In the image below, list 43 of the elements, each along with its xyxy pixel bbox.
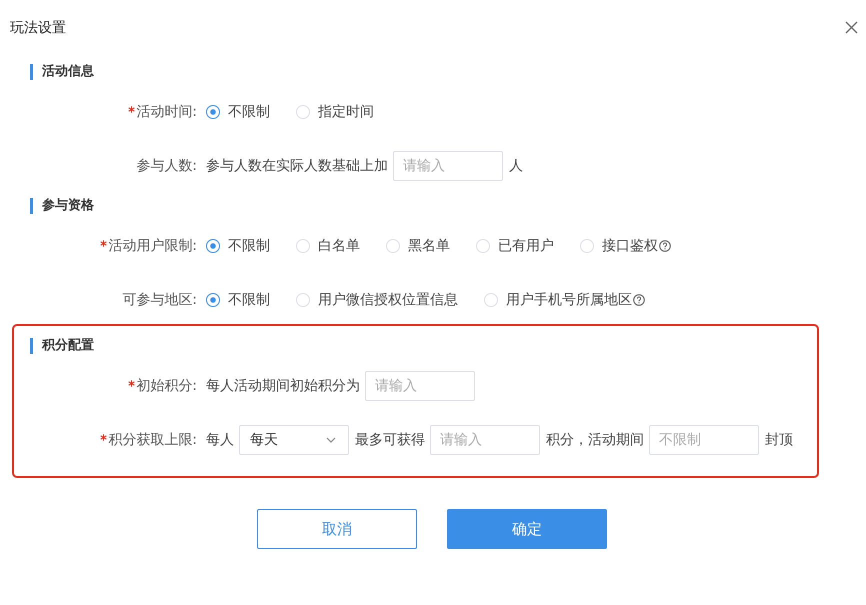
field-text: 参与人数在实际人数基础上加 [206, 157, 388, 175]
radio-button[interactable] [206, 239, 220, 253]
radio-label[interactable]: 接口鉴权 [602, 237, 658, 255]
field-label: 可参与地区: [121, 291, 198, 309]
radio-label[interactable]: 指定时间 [318, 103, 374, 121]
field-text: 每人活动期间初始积分为 [206, 377, 360, 395]
help-icon[interactable] [633, 294, 645, 306]
field-text: 每人 [206, 431, 234, 449]
period-dropdown[interactable]: 每天 [239, 425, 349, 455]
field-text: 人 [509, 157, 523, 175]
input-field[interactable]: 不限制 [649, 425, 759, 455]
input-field[interactable]: 请输入 [365, 371, 475, 401]
field-label: 参与人数: [135, 157, 198, 175]
field-text: 封顶 [765, 431, 793, 449]
field-label: 积分获取上限: [32, 431, 206, 449]
help-icon[interactable] [659, 240, 671, 252]
radio-button[interactable] [206, 105, 220, 119]
close-icon[interactable] [845, 21, 858, 34]
radio-label[interactable]: 不限制 [228, 237, 270, 255]
field-text: 积分，活动期间 [546, 431, 644, 449]
radio-label[interactable]: 用户手机号所属地区 [506, 291, 632, 309]
section-title: 参与资格 [30, 198, 817, 214]
asterisk-icon [128, 380, 136, 387]
field-label: 初始积分: [32, 377, 206, 395]
chevron-down-icon [326, 437, 336, 443]
field-label: 活动时间: [32, 103, 206, 121]
dialog-title: 玩法设置 [10, 18, 66, 36]
input-field[interactable]: 请输入 [430, 425, 540, 455]
field-label: 活动用户限制: [32, 237, 206, 255]
field-text: 最多可获得 [355, 431, 425, 449]
asterisk-icon [100, 240, 108, 247]
asterisk-icon [128, 106, 136, 113]
radio-label[interactable]: 已有用户 [498, 237, 554, 255]
section-title: 积分配置 [30, 338, 817, 354]
radio-button[interactable] [206, 293, 220, 307]
input-field[interactable]: 请输入 [393, 151, 503, 181]
radio-label[interactable]: 不限制 [228, 291, 270, 309]
section-title: 活动信息 [30, 64, 817, 80]
asterisk-icon [100, 434, 108, 441]
radio-label[interactable]: 黑名单 [408, 237, 450, 255]
radio-label[interactable]: 用户微信授权位置信息 [318, 291, 458, 309]
radio-label[interactable]: 白名单 [318, 237, 360, 255]
radio-label[interactable]: 不限制 [228, 103, 270, 121]
